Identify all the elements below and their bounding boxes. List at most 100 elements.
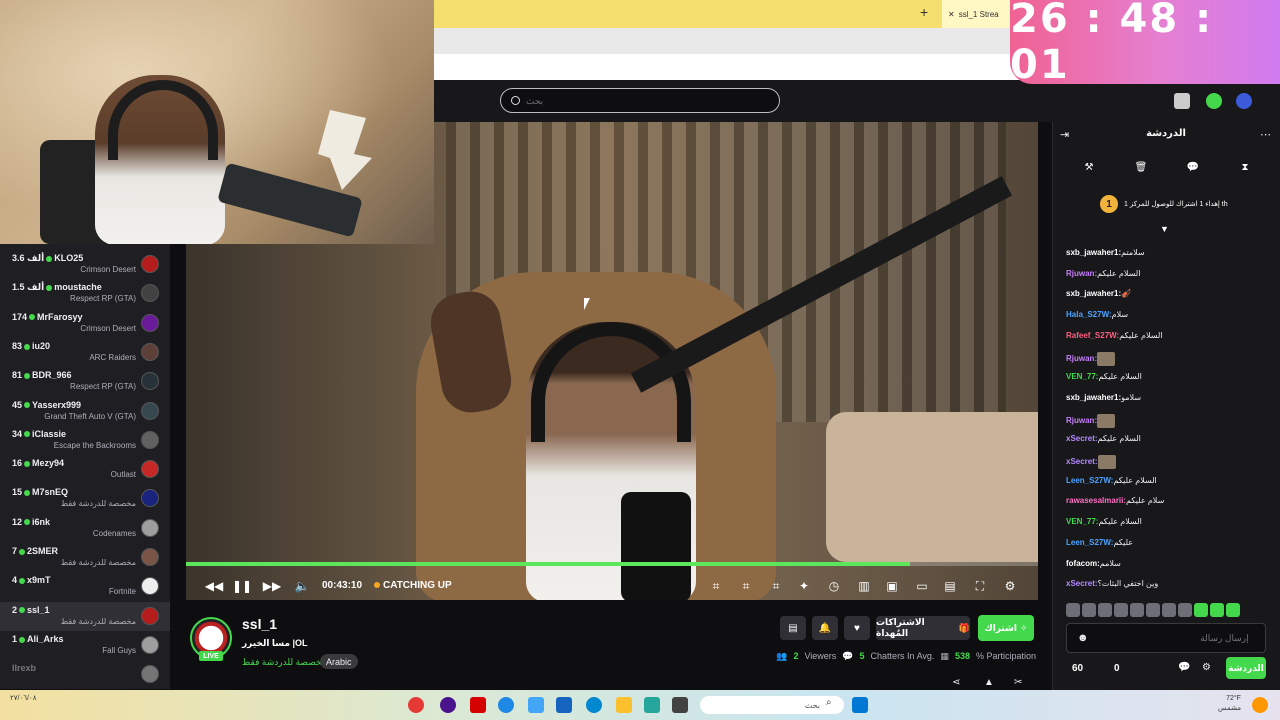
chat-username[interactable]: Rjuwan: bbox=[1066, 354, 1097, 363]
clip-icon[interactable]: ⌗ bbox=[708, 578, 724, 594]
sidebar-channel-llrexb[interactable]: llrexb bbox=[0, 660, 170, 689]
chat-username[interactable]: sxb_jawaher1: bbox=[1066, 248, 1121, 257]
task-view-icon[interactable] bbox=[672, 697, 688, 713]
hourglass-icon[interactable]: ⧗ bbox=[1238, 160, 1252, 174]
sidebar-channel-ali_arks[interactable]: 1 Ali_Arks Fall Guys bbox=[0, 631, 170, 660]
stats-icon[interactable]: ▥ bbox=[856, 578, 872, 594]
sidebar-channel-2smer[interactable]: 7 2SMER مخصصة للدردشة فقط bbox=[0, 543, 170, 572]
search-input[interactable] bbox=[526, 95, 746, 106]
mod-hammer-icon[interactable]: ⚒ bbox=[1082, 160, 1096, 174]
chat-message[interactable]: fofacom:سلامم bbox=[1066, 559, 1121, 568]
sidebar-channel-iclassie[interactable]: 34 iClassie Escape the Backrooms bbox=[0, 426, 170, 455]
windows-start-icon[interactable] bbox=[852, 697, 868, 713]
taskbar-search[interactable]: بحث bbox=[700, 696, 844, 714]
emote-icon[interactable] bbox=[1114, 603, 1128, 617]
new-tab-icon[interactable]: + bbox=[920, 4, 934, 22]
sidebar-channel-moustache[interactable]: 1.5 ألف moustache Respect RP (GTA) bbox=[0, 279, 170, 308]
chat-username[interactable]: Leen_S27W: bbox=[1066, 476, 1113, 485]
stream-category[interactable]: مخصصة للدردشة فقط bbox=[242, 657, 327, 668]
settings-gear-icon[interactable]: ⚙ bbox=[1002, 578, 1018, 594]
chat-message[interactable]: Hala_S27W:سلام bbox=[1066, 310, 1128, 319]
fullscreen-icon[interactable]: ⛶ bbox=[972, 578, 988, 594]
chat-message[interactable]: Rafeef_S27W:السلام عليكم bbox=[1066, 331, 1163, 340]
chat-message[interactable]: xSecret:السلام عليكم bbox=[1066, 434, 1141, 443]
chat-message[interactable]: Rjuwan: bbox=[1066, 351, 1116, 366]
chat-message[interactable]: xSecret: bbox=[1066, 455, 1116, 469]
emote-icon[interactable] bbox=[1130, 603, 1144, 617]
chat-username[interactable]: rawasesalmarii: bbox=[1066, 496, 1126, 505]
chat-username[interactable]: xSecret: bbox=[1066, 579, 1098, 588]
chat-username[interactable]: VEN_77: bbox=[1066, 372, 1098, 381]
warning-icon[interactable]: ▲ bbox=[984, 677, 994, 688]
emote-icon[interactable] bbox=[1066, 603, 1080, 617]
chat-message[interactable]: sxb_jawaher1:🎻 bbox=[1066, 289, 1131, 298]
chat-username[interactable]: Rjuwan: bbox=[1066, 269, 1097, 278]
chat-settings-bubble-icon[interactable]: 💬 bbox=[1178, 662, 1190, 673]
theater-icon[interactable]: ▭ bbox=[914, 578, 930, 594]
chat-message[interactable]: Leen_S27W:عليكم bbox=[1066, 538, 1133, 547]
chat-username[interactable]: VEN_77: bbox=[1066, 517, 1098, 526]
collapse-chat-icon[interactable]: ⇥ bbox=[1060, 128, 1069, 141]
close-tab-icon[interactable]: ✕ bbox=[948, 10, 955, 19]
crop-icon[interactable]: ⌗ bbox=[738, 578, 754, 594]
gift-count[interactable]: 0 bbox=[1114, 663, 1120, 674]
emote-icon[interactable] bbox=[1178, 603, 1192, 617]
widgets-icon[interactable] bbox=[644, 697, 660, 713]
browser-tab[interactable]: ✕ ssl_1 Strea bbox=[942, 0, 1010, 28]
crop-alt-icon[interactable]: ⌗ bbox=[768, 578, 784, 594]
chat-username[interactable]: xSecret: bbox=[1066, 457, 1098, 466]
chat-input[interactable] bbox=[1088, 633, 1249, 643]
chat-username[interactable]: sxb_jawaher1: bbox=[1066, 289, 1121, 298]
sparkle-icon[interactable]: ✦ bbox=[796, 578, 812, 594]
chat-message[interactable]: Rjuwan:السلام عليكم bbox=[1066, 269, 1140, 278]
chat-message[interactable]: sxb_jawaher1:سلامو bbox=[1066, 393, 1141, 402]
chat-send-button[interactable]: الدردشة bbox=[1226, 657, 1266, 679]
sidebar-channel-klo25[interactable]: 3.6 ألف KLO25 Crimson Desert bbox=[0, 250, 170, 279]
share-icon[interactable]: ⋖ bbox=[952, 677, 960, 688]
pause-icon[interactable]: ❚❚ bbox=[232, 578, 252, 594]
chat-message[interactable]: VEN_77:السلام عليكم bbox=[1066, 517, 1142, 526]
notification-bell-icon[interactable]: 🔔 bbox=[812, 616, 838, 640]
chat-message[interactable]: rawasesalmarii:سلام عليكم bbox=[1066, 496, 1164, 505]
emote-icon[interactable] bbox=[1146, 603, 1160, 617]
chat-username[interactable]: xSecret: bbox=[1066, 434, 1098, 443]
trash-icon[interactable]: 🗑 bbox=[1134, 160, 1148, 174]
edge-icon[interactable] bbox=[586, 697, 602, 713]
chat-bubble-icon[interactable]: 💬 bbox=[1186, 160, 1200, 174]
sidebar-channel-bdr_966[interactable]: 81 BDR_966 Respect RP (GTA) bbox=[0, 367, 170, 396]
emote-icon[interactable] bbox=[1098, 603, 1112, 617]
follow-heart-icon[interactable]: ♥ bbox=[844, 616, 870, 640]
sidebar-channel-iu20[interactable]: 83 iu20 ARC Raiders bbox=[0, 338, 170, 367]
speed-icon[interactable]: ◷ bbox=[826, 578, 842, 594]
chat-settings-gear-icon[interactable]: ⚙ bbox=[1202, 662, 1211, 673]
wallet-icon[interactable] bbox=[1174, 93, 1190, 109]
sidebar-channel-m7sneq[interactable]: 15 M7snEQ مخصصة للدردشة فقط bbox=[0, 484, 170, 513]
subscribe-button[interactable]: اشتراك ✧ bbox=[978, 615, 1034, 641]
chat-username[interactable]: fofacom: bbox=[1066, 559, 1100, 568]
chat-username[interactable]: Rafeef_S27W: bbox=[1066, 331, 1119, 340]
taskbar-weather[interactable]: 72°F مشمس bbox=[1218, 694, 1241, 714]
volume-icon[interactable]: 🔈 bbox=[294, 578, 310, 594]
sidebar-channel-mezy94[interactable]: 16 Mezy94 Outlast bbox=[0, 455, 170, 484]
report-icon[interactable]: ▤ bbox=[780, 616, 806, 640]
language-tag[interactable]: Arabic bbox=[320, 654, 358, 669]
recent-emotes-strip[interactable] bbox=[1066, 603, 1266, 619]
chat-message[interactable]: VEN_77:السلام عليكم bbox=[1066, 372, 1142, 381]
sidebar-channel-x9mt[interactable]: 4 x9mT Fortnite bbox=[0, 572, 170, 601]
sidebar-channel-yasserx999[interactable]: 45 Yasserx999 Grand Theft Auto V (GTA) bbox=[0, 397, 170, 426]
user-avatar-icon[interactable] bbox=[1236, 93, 1252, 109]
chat-input-box[interactable]: ☻ bbox=[1066, 623, 1266, 653]
sub-goal-banner[interactable]: 1 إهداء 1 اشتراك للوصول للمركز 1 th bbox=[1100, 193, 1266, 215]
chat-username[interactable]: Leen_S27W: bbox=[1066, 538, 1113, 547]
chat-message[interactable]: Rjuwan: bbox=[1066, 413, 1116, 428]
file-explorer-icon[interactable] bbox=[616, 697, 632, 713]
netflix-icon[interactable] bbox=[470, 697, 486, 713]
obs-icon[interactable] bbox=[440, 697, 456, 713]
channel-points[interactable]: 60 bbox=[1072, 663, 1083, 674]
chat-username[interactable]: Hala_S27W: bbox=[1066, 310, 1112, 319]
clip-scissors-icon[interactable]: ✂ bbox=[1014, 677, 1022, 688]
pip-icon[interactable]: ▣ bbox=[884, 578, 900, 594]
emoji-picker-icon[interactable]: ☻ bbox=[1077, 632, 1089, 644]
miniplayer-icon[interactable]: ▤ bbox=[942, 578, 958, 594]
gift-subs-button[interactable]: الاشتراكات المُهداة 🎁 bbox=[876, 616, 970, 640]
